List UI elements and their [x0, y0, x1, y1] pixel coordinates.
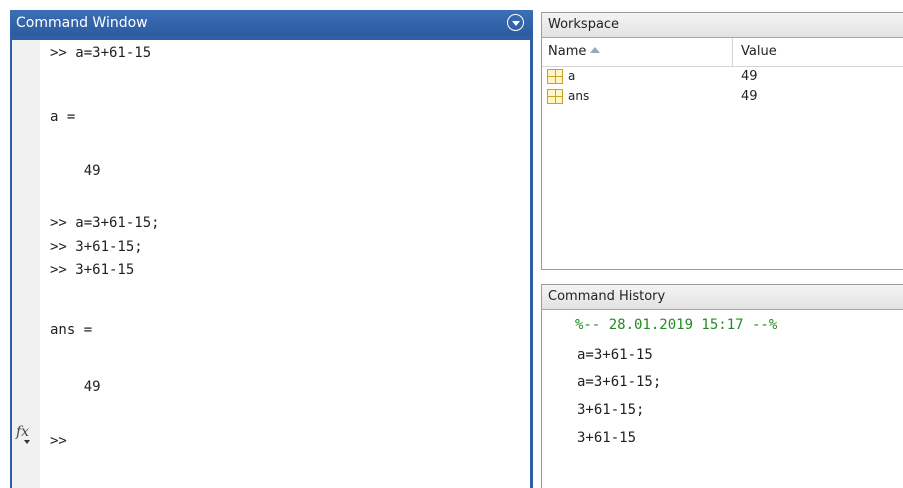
history-entry[interactable]: 3+61-15; — [577, 401, 644, 419]
workspace-title[interactable]: Workspace — [542, 13, 903, 38]
console-line: >> a=3+61-15; — [50, 215, 160, 231]
column-resize-handle[interactable] — [732, 38, 733, 66]
console-line: >> 3+61-15; — [50, 239, 143, 255]
variable-value: 49 — [741, 89, 758, 104]
command-window-panel: Command Window >> a=3+61-15 a = 49 >> a=… — [10, 10, 533, 488]
console-line: >> a=3+61-15 — [50, 45, 152, 61]
variable-name: ans — [568, 89, 590, 103]
history-session-header[interactable]: %-- 28.01.2019 15:17 --% — [575, 316, 777, 334]
column-header-name-label: Name — [548, 44, 587, 59]
command-history-title[interactable]: Command History — [542, 285, 903, 310]
console-prompt[interactable]: >> — [50, 432, 67, 450]
history-entry[interactable]: 3+61-15 — [577, 429, 636, 447]
command-window-title: Command Window — [16, 15, 148, 31]
variable-value: 49 — [741, 69, 758, 84]
command-window-titlebar[interactable]: Command Window — [10, 10, 533, 36]
function-browser-icon[interactable]: fx — [16, 423, 31, 444]
console-line: 49 — [50, 379, 101, 395]
console-line: ans = — [50, 322, 93, 338]
command-window-console[interactable]: >> a=3+61-15 a = 49 >> a=3+61-15; >> 3+6… — [12, 40, 530, 488]
sort-ascending-icon — [590, 47, 601, 53]
workspace-panel: Workspace Name Value a 49 ans 49 — [541, 12, 903, 270]
workspace-table-header: Name Value — [542, 38, 903, 67]
variable-grid-icon — [547, 69, 563, 84]
workspace-variable-row[interactable]: a 49 — [542, 68, 903, 86]
column-header-value[interactable]: Value — [741, 44, 777, 59]
command-history-panel: Command History %-- 28.01.2019 15:17 --%… — [541, 284, 903, 488]
command-window-gutter — [12, 40, 40, 488]
workspace-variable-row[interactable]: ans 49 — [542, 88, 903, 106]
variable-name: a — [568, 69, 576, 83]
variable-grid-icon — [547, 89, 563, 104]
circle-chevron-down-icon[interactable] — [507, 14, 524, 31]
history-entry[interactable]: a=3+61-15 — [577, 346, 653, 364]
console-line: 49 — [50, 163, 101, 179]
column-header-name[interactable]: Name — [548, 44, 601, 59]
console-line: a = — [50, 109, 76, 125]
history-entry[interactable]: a=3+61-15; — [577, 373, 661, 391]
console-line: >> 3+61-15 — [50, 262, 135, 278]
